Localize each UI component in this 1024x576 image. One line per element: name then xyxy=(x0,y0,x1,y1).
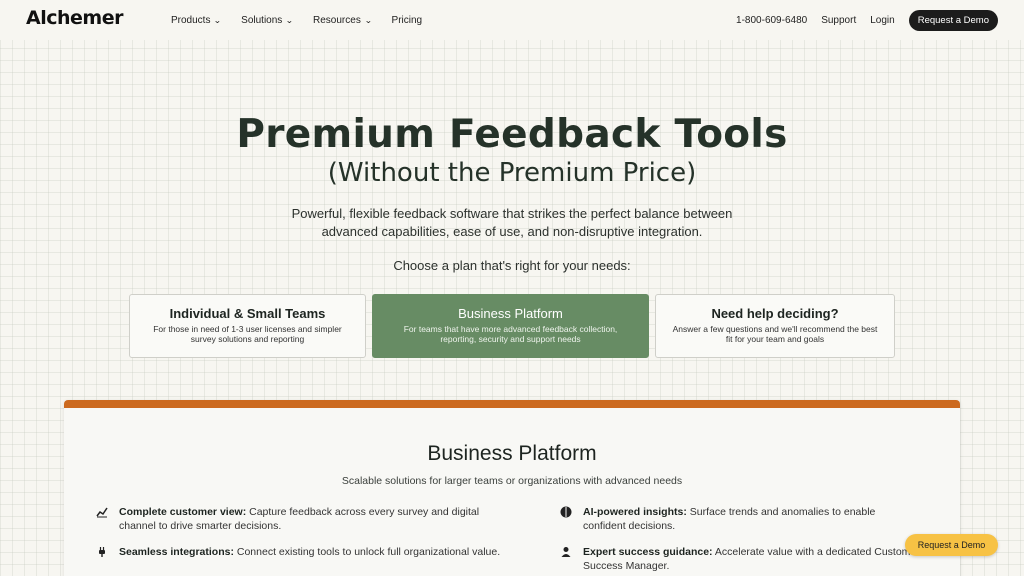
plan-card-individual[interactable]: Individual & Small Teams For those in ne… xyxy=(129,294,366,358)
plan-description: For teams that have more advanced feedba… xyxy=(403,324,618,344)
logo[interactable]: Alchemer xyxy=(26,7,123,29)
plan-title: Individual & Small Teams xyxy=(169,306,326,321)
main-menu: Products ⌄ Solutions ⌄ Resources ⌄ Prici… xyxy=(171,0,422,40)
plan-card-business[interactable]: Business Platform For teams that have mo… xyxy=(372,294,649,358)
feature-title: AI-powered insights: xyxy=(583,506,687,518)
menu-resources[interactable]: Resources ⌄ xyxy=(313,15,372,26)
page-subtitle: (Without the Premium Price) xyxy=(327,158,697,188)
plan-description: For those in need of 1-3 user licenses a… xyxy=(153,324,342,344)
menu-solutions[interactable]: Solutions ⌄ xyxy=(241,14,294,26)
plan-card-help-deciding[interactable]: Need help deciding? Answer a few questio… xyxy=(655,294,895,358)
feature-item: Complete customer view: Capture feedback… xyxy=(96,505,516,533)
panel-title: Business Platform xyxy=(427,442,597,465)
request-demo-button[interactable]: Request a Demo xyxy=(908,9,998,31)
plan-description: Answer a few questions and we'll recomme… xyxy=(672,324,878,344)
feature-item: Expert success guidance: Accelerate valu… xyxy=(560,545,920,573)
menu-products[interactable]: Products ⌄ xyxy=(171,14,222,26)
person-icon xyxy=(560,546,572,558)
nav-right: 1-800-609-6480 Support Login Request a D… xyxy=(736,0,998,40)
business-platform-panel: Business Platform Scalable solutions for… xyxy=(64,400,960,576)
support-link[interactable]: Support xyxy=(821,15,856,26)
feature-title: Seamless integrations: xyxy=(119,546,234,558)
chart-line-icon xyxy=(96,506,108,518)
chevron-down-icon: ⌄ xyxy=(285,15,294,25)
panel-accent-bar xyxy=(64,400,960,408)
login-link[interactable]: Login xyxy=(870,15,894,26)
feature-item: AI-powered insights: Surface trends and … xyxy=(560,505,900,533)
menu-solutions-label: Solutions xyxy=(241,14,283,26)
chevron-down-icon: ⌄ xyxy=(364,15,373,25)
plan-title: Business Platform xyxy=(458,306,563,321)
brain-icon xyxy=(560,506,572,518)
top-nav: Alchemer Products ⌄ Solutions ⌄ Resource… xyxy=(0,0,1024,40)
floating-request-demo-button[interactable]: Request a Demo xyxy=(905,534,998,556)
menu-resources-label: Resources xyxy=(313,14,361,26)
feature-title: Expert success guidance: xyxy=(583,546,713,558)
menu-pricing-label: Pricing xyxy=(391,14,423,26)
feature-text: Connect existing tools to unlock full or… xyxy=(233,546,501,558)
feature-title: Complete customer view: xyxy=(119,506,247,518)
menu-products-label: Products xyxy=(171,14,211,26)
hero-description: Powerful, flexible feedback software tha… xyxy=(291,206,733,239)
feature-item: Seamless integrations: Connect existing … xyxy=(96,545,516,559)
page-title: Premium Feedback Tools xyxy=(236,112,788,157)
panel-subtitle: Scalable solutions for larger teams or o… xyxy=(341,475,683,487)
chevron-down-icon: ⌄ xyxy=(213,15,222,25)
plan-title: Need help deciding? xyxy=(711,306,839,321)
phone-link[interactable]: 1-800-609-6480 xyxy=(736,15,807,26)
plug-icon xyxy=(96,546,108,558)
menu-pricing[interactable]: Pricing xyxy=(392,15,423,26)
choose-plan-prompt: Choose a plan that's right for your need… xyxy=(393,258,631,273)
